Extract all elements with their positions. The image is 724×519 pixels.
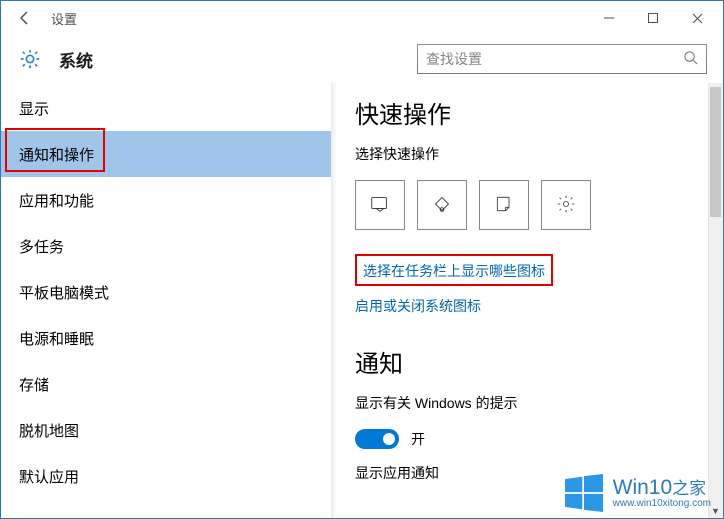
quick-actions-subheading: 选择快速操作 bbox=[355, 144, 699, 164]
sidebar-item-label: 平板电脑模式 bbox=[19, 282, 109, 303]
maximize-button[interactable] bbox=[631, 3, 675, 33]
scrollbar-down-arrow[interactable]: ▼ bbox=[708, 503, 723, 518]
search-input[interactable] bbox=[426, 51, 683, 67]
window-title: 设置 bbox=[51, 9, 587, 28]
sidebar-item-power[interactable]: 电源和睡眠 bbox=[1, 315, 331, 361]
sidebar-item-label: 电源和睡眠 bbox=[19, 328, 94, 349]
minimize-button[interactable] bbox=[587, 3, 631, 33]
sidebar-item-label: 通知和操作 bbox=[19, 144, 94, 165]
sidebar-item-label: 默认应用 bbox=[19, 466, 79, 487]
sidebar-item-label: 应用和功能 bbox=[19, 190, 94, 211]
note-icon bbox=[494, 194, 514, 217]
sidebar-item-display[interactable]: 显示 bbox=[1, 85, 331, 131]
search-icon bbox=[683, 50, 698, 68]
sidebar-item-storage[interactable]: 存储 bbox=[1, 361, 331, 407]
toggle-windows-tips[interactable] bbox=[355, 429, 399, 449]
sidebar-item-maps[interactable]: 脱机地图 bbox=[1, 407, 331, 453]
qa-tile-note[interactable] bbox=[479, 180, 529, 230]
sidebar-item-notifications[interactable]: 通知和操作 bbox=[1, 131, 331, 177]
sidebar-item-tablet[interactable]: 平板电脑模式 bbox=[1, 269, 331, 315]
rotation-lock-icon bbox=[431, 193, 453, 218]
search-box[interactable] bbox=[417, 44, 707, 74]
qa-tile-rotation[interactable] bbox=[417, 180, 467, 230]
content-pane: 快速操作 选择快速操作 选择在任务栏上显示哪些图标 启用或关闭系统图标 通知 显… bbox=[331, 83, 723, 518]
toggle-windows-tips-state: 开 bbox=[411, 429, 425, 449]
notifications-heading: 通知 bbox=[355, 344, 699, 379]
quick-actions-heading: 快速操作 bbox=[355, 95, 699, 130]
back-button[interactable] bbox=[11, 4, 39, 32]
qa-tile-settings[interactable] bbox=[541, 180, 591, 230]
sidebar: 显示 通知和操作 应用和功能 多任务 平板电脑模式 电源和睡眠 存储 脱机地图 … bbox=[1, 83, 331, 518]
section-title: 系统 bbox=[59, 47, 93, 72]
sidebar-item-label: 多任务 bbox=[19, 236, 64, 257]
link-taskbar-icons[interactable]: 选择在任务栏上显示哪些图标 bbox=[363, 261, 545, 281]
gear-icon bbox=[556, 194, 576, 217]
link-system-icons[interactable]: 启用或关闭系统图标 bbox=[355, 296, 481, 316]
close-button[interactable] bbox=[675, 3, 719, 33]
sidebar-item-apps[interactable]: 应用和功能 bbox=[1, 177, 331, 223]
sidebar-item-default-apps[interactable]: 默认应用 bbox=[1, 453, 331, 499]
sidebar-item-label: 存储 bbox=[19, 374, 49, 395]
header-bar: 系统 bbox=[1, 35, 723, 83]
sidebar-item-label: 显示 bbox=[19, 98, 49, 119]
sidebar-item-multitask[interactable]: 多任务 bbox=[1, 223, 331, 269]
title-bar: 设置 bbox=[1, 1, 723, 35]
scrollbar-thumb[interactable] bbox=[710, 87, 721, 217]
tablet-icon bbox=[369, 193, 391, 218]
notif-row1-label: 显示有关 Windows 的提示 bbox=[355, 393, 699, 413]
settings-gear-icon bbox=[17, 46, 43, 72]
qa-tile-tablet[interactable] bbox=[355, 180, 405, 230]
notif-row2-label: 显示应用通知 bbox=[355, 463, 699, 483]
annotation-highlight-link: 选择在任务栏上显示哪些图标 bbox=[355, 254, 553, 286]
sidebar-item-label: 脱机地图 bbox=[19, 420, 79, 441]
